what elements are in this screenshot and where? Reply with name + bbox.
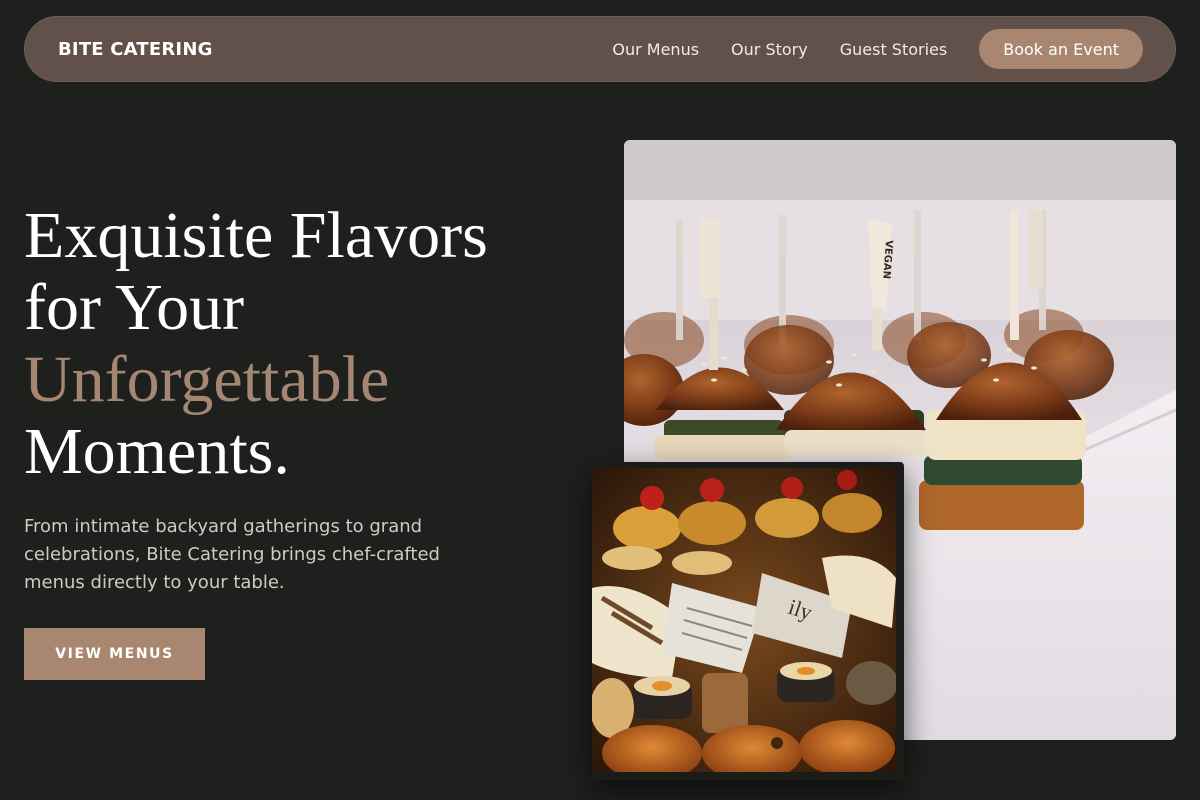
nav-link-guest-stories[interactable]: Guest Stories: [840, 40, 948, 59]
hero-title: Exquisite Flavors for Your Unforgettable…: [24, 200, 584, 488]
appetizer-photo: ily: [592, 462, 904, 780]
hero-title-line1: Exquisite Flavors: [24, 199, 488, 272]
hero-title-line2: for Your: [24, 271, 245, 344]
appetizer-illustration: ily: [592, 468, 896, 772]
brand-logo[interactable]: BITE CATERING: [58, 39, 213, 60]
nav-link-our-menus[interactable]: Our Menus: [612, 40, 699, 59]
hero-description: From intimate backyard gatherings to gra…: [24, 516, 440, 593]
top-navbar: BITE CATERING Our Menus Our Story Guest …: [24, 16, 1176, 82]
book-event-button[interactable]: Book an Event: [979, 29, 1143, 69]
nav-links: Our Menus Our Story Guest Stories Book a…: [612, 29, 1143, 69]
hero-title-line4: Moments.: [24, 415, 290, 488]
view-menus-button[interactable]: VIEW MENUS: [24, 628, 205, 680]
hero-title-accent: Unforgettable: [24, 343, 390, 416]
nav-link-our-story[interactable]: Our Story: [731, 40, 808, 59]
